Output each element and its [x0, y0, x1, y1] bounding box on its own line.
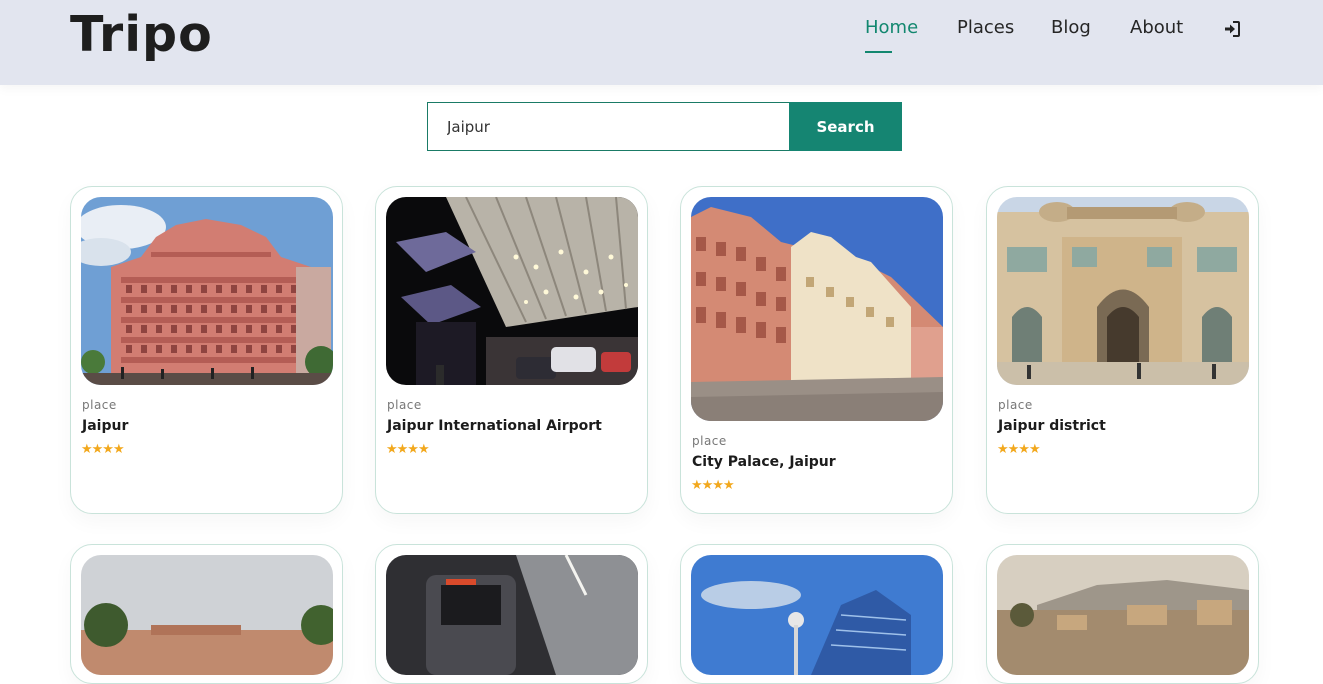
- card-title: City Palace, Jaipur: [692, 454, 836, 470]
- place-card[interactable]: place Jaipur International Airport ★★★★: [375, 186, 648, 514]
- card-title: Jaipur International Airport: [387, 418, 602, 434]
- search-button[interactable]: Search: [789, 102, 902, 151]
- card-title: Jaipur district: [998, 418, 1106, 434]
- card-category: place: [82, 398, 117, 412]
- place-card[interactable]: [986, 544, 1259, 684]
- card-category: place: [692, 434, 727, 448]
- card-title: Jaipur: [82, 418, 129, 434]
- rating-stars: ★★★★: [997, 442, 1041, 457]
- place-card[interactable]: [70, 544, 343, 684]
- sign-in-icon[interactable]: [1222, 19, 1242, 39]
- metro-train-photo: [386, 555, 638, 675]
- rating-stars: ★★★★: [81, 442, 125, 457]
- place-card[interactable]: [375, 544, 648, 684]
- place-card[interactable]: [680, 544, 953, 684]
- airport-terminal-photo: [386, 197, 638, 385]
- place-card[interactable]: place Jaipur district ★★★★: [986, 186, 1259, 514]
- card-category: place: [998, 398, 1033, 412]
- nav-about[interactable]: About: [1130, 17, 1183, 41]
- rating-stars: ★★★★: [691, 478, 735, 493]
- amber-fort-gate-photo: [997, 197, 1249, 385]
- place-card[interactable]: place City Palace, Jaipur ★★★★: [680, 186, 953, 514]
- rating-stars: ★★★★: [386, 442, 430, 457]
- hill-town-photo: [997, 555, 1249, 675]
- nav-blog[interactable]: Blog: [1051, 17, 1091, 41]
- nav-home[interactable]: Home: [865, 17, 918, 41]
- nav-active-underline: [865, 51, 892, 53]
- nav-places[interactable]: Places: [957, 17, 1014, 41]
- glass-tower-photo: [691, 555, 943, 675]
- top-header: Tripo Home Places Blog About: [0, 0, 1323, 85]
- place-card[interactable]: place Jaipur ★★★★: [70, 186, 343, 514]
- railway-station-photo: [81, 555, 333, 675]
- city-palace-photo: [691, 197, 943, 421]
- hawa-mahal-photo: [81, 197, 333, 385]
- logo[interactable]: Tripo: [70, 6, 213, 63]
- card-category: place: [387, 398, 422, 412]
- search-input[interactable]: [427, 102, 790, 151]
